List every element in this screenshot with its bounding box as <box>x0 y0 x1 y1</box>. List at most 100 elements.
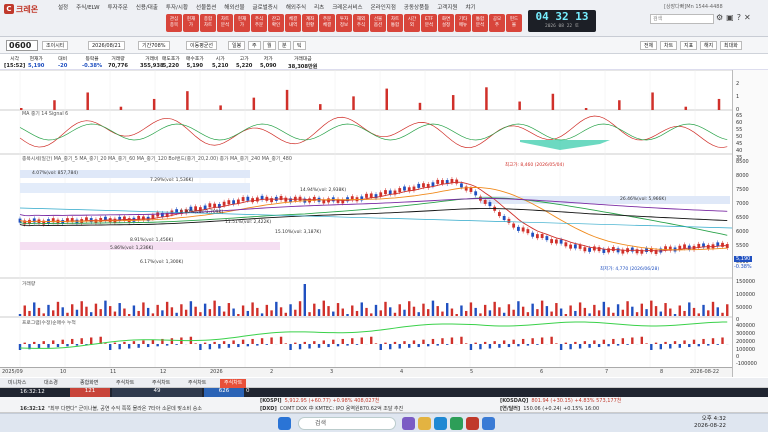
window-tab[interactable]: 미니차스 <box>4 379 30 388</box>
volume-bar <box>583 307 587 316</box>
toolbar-button[interactable]: 화면 설정 <box>438 14 454 32</box>
chart-area[interactable]: MA 중기 14 Signal 6 종목시세(일간) MA_중기_5 MA_중기… <box>0 70 768 377</box>
toolbar-button[interactable]: 해외 주식 <box>353 14 369 32</box>
close-icon[interactable]: ✕ <box>744 13 751 22</box>
ticker-value: 5,912.95 (+60.77) +0.98% 408,027천 <box>284 398 380 404</box>
menu-item[interactable]: 공동상품들 <box>400 4 433 12</box>
menu-item[interactable]: 주식/ELW <box>72 4 103 12</box>
chart-canvas[interactable] <box>0 70 732 367</box>
info-value: 70,776 <box>108 63 129 69</box>
window-tab[interactable]: 주식차트 <box>112 379 138 388</box>
signal-bar <box>285 89 289 110</box>
toolbar-button[interactable]: 펀드 몰 <box>506 14 522 32</box>
menu-item[interactable]: 투자주문 <box>104 4 132 12</box>
search-input[interactable]: 검색 <box>650 14 714 24</box>
tag-maximize[interactable]: 최대화 <box>720 41 742 50</box>
help-icon[interactable]: ? <box>737 13 741 22</box>
volume-bar <box>289 304 292 316</box>
toolbar-button[interactable]: 주식 주문 <box>251 14 267 32</box>
menu-item[interactable]: 글로벌증시 <box>249 4 282 12</box>
tag-tick[interactable]: 틱 <box>293 41 306 50</box>
tag-month[interactable]: 월 <box>263 41 276 50</box>
signal-bar <box>584 108 588 110</box>
tag-week[interactable]: 주 <box>248 41 261 50</box>
toolbar-button[interactable]: 차트 통합 <box>387 14 403 32</box>
window-tab[interactable]: 주식차트 <box>220 379 247 388</box>
tag-indicator[interactable]: 지표 <box>680 41 698 50</box>
menu-item[interactable]: 리츠 <box>310 4 328 12</box>
window-tab[interactable]: 주식차트 <box>148 379 174 388</box>
program-bar <box>256 344 259 346</box>
settings-icon[interactable]: ⚙ <box>716 13 723 22</box>
toolbar-button[interactable]: 현재 가 <box>234 14 250 32</box>
toolbar-button[interactable]: ETF 분석 <box>421 14 437 32</box>
toolbar-button[interactable]: 차트 분석 <box>217 14 233 32</box>
tag-minute[interactable]: 분 <box>278 41 291 50</box>
window-tab[interactable]: 대소경 <box>40 379 62 388</box>
store-icon[interactable] <box>450 417 463 430</box>
candle <box>441 180 444 185</box>
program-bar <box>550 336 553 344</box>
chrome-icon[interactable] <box>482 417 495 430</box>
menu-item[interactable]: 설정 <box>54 4 72 12</box>
stock-name[interactable]: 조이시티 <box>42 41 69 50</box>
program-bar <box>142 340 145 344</box>
candle <box>246 196 250 201</box>
menu-item[interactable]: 크레온서비스 <box>328 4 366 12</box>
tag-chart[interactable]: 차트 <box>660 41 678 50</box>
ticker-item[interactable]: [KOSDAQ] 801.94 (+30.15) +4.83% 573,177천 <box>500 397 621 405</box>
toolbar-button[interactable]: 계좌 현황 <box>302 14 318 32</box>
period-field[interactable]: 기간708% <box>138 41 170 50</box>
y-tick-label: 6500 <box>736 215 749 221</box>
camera-icon[interactable]: ▣ <box>726 13 734 22</box>
task-view-icon[interactable] <box>402 417 415 430</box>
menu-item[interactable]: 투자/시황 <box>162 4 192 12</box>
toolbar-button[interactable]: 선물 옵션 <box>370 14 386 32</box>
creon-app-icon[interactable] <box>466 417 479 430</box>
menu-item[interactable]: 해외선물 <box>220 4 248 12</box>
toolbar-button[interactable]: 주문 체결 <box>319 14 335 32</box>
range-annotation: 8.91%(vol: 1,456K) <box>130 238 174 243</box>
toolbar-button[interactable]: 투자 정보 <box>336 14 352 32</box>
info-cell: 거래대금 38,308만원 <box>288 55 318 70</box>
ticker-item[interactable]: 16:32:12 "최무 다변다" 군이나볼, 공연 수익 쪽쪽 몰라온 7타아 … <box>20 405 202 413</box>
toolbar-button[interactable]: 공모 주 <box>489 14 505 32</box>
program-bar <box>289 344 292 350</box>
tag-ma[interactable]: 이동평균선 <box>186 41 218 50</box>
x-tick-label: 11 <box>110 369 117 375</box>
menu-item[interactable]: 선물옵션 <box>192 4 220 12</box>
toolbar-button[interactable]: 종합 차트 <box>200 14 216 32</box>
toolbar-button[interactable]: 잔고 확인 <box>268 14 284 32</box>
toolbar-button[interactable]: 현재 가 <box>183 14 199 32</box>
window-tab[interactable]: 종합화면 <box>76 379 102 388</box>
menu-item[interactable]: 온라인지점 <box>367 4 400 12</box>
windows-start-icon[interactable] <box>278 417 291 430</box>
toolbar-button[interactable]: 관심 종목 <box>166 14 182 32</box>
ticker-item[interactable]: [연/달러] 150.06 (+0.24) +0.15% 16:00 <box>500 405 599 413</box>
window-tab[interactable]: 주식차트 <box>184 379 210 388</box>
taskbar-search[interactable]: 검색 <box>298 417 396 430</box>
file-explorer-icon[interactable] <box>418 417 431 430</box>
toolbar-button[interactable]: 시간 외 <box>404 14 420 32</box>
tag-day[interactable]: 일봉 <box>228 41 246 50</box>
menu-item[interactable]: 고객지원 <box>433 4 461 12</box>
date-field[interactable]: 2026/08/21 <box>88 41 125 50</box>
volume-bar <box>697 313 700 316</box>
tag-all[interactable]: 전체 <box>640 41 658 50</box>
toolbar-button[interactable]: 체결 내역 <box>285 14 301 32</box>
candle <box>721 242 724 247</box>
menu-item[interactable]: 신용/대출 <box>132 4 162 12</box>
program-bar <box>308 344 311 349</box>
ticker-item[interactable]: [KOSPI] 5,912.95 (+60.77) +0.98% 408,027천 <box>260 397 379 405</box>
menu-item[interactable]: 해외주식 <box>282 4 310 12</box>
system-tray[interactable]: 오후 4:32 2026-08-22 <box>694 416 726 430</box>
program-bar <box>313 341 316 344</box>
ticker-item[interactable]: [DXD] COMT DOX 中 KMTEC: IPO 용역원870.62억 조달… <box>260 405 403 413</box>
program-bar <box>441 338 444 344</box>
toolbar-button[interactable]: 기타 메뉴 <box>455 14 471 32</box>
edge-icon[interactable] <box>434 417 447 430</box>
tag-clear[interactable]: 해지 <box>700 41 718 50</box>
menu-item[interactable]: 챠기 <box>461 4 479 12</box>
toolbar-button[interactable]: 통합 분석 <box>472 14 488 32</box>
stock-code-input[interactable]: 0600 <box>6 40 38 51</box>
